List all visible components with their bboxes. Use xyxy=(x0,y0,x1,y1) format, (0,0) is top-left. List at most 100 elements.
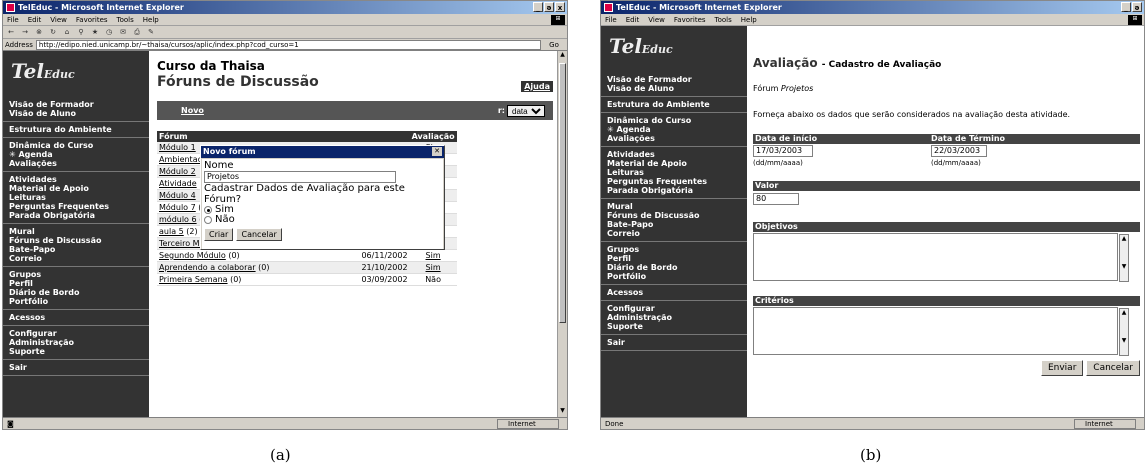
send-button[interactable]: Enviar xyxy=(1040,360,1084,376)
sidebar-item[interactable]: Estrutura do Ambiente xyxy=(9,125,143,134)
sidebar-item[interactable]: Grupos xyxy=(9,270,143,279)
forum-link[interactable]: Módulo 4 xyxy=(159,191,196,200)
sidebar-item[interactable]: Acessos xyxy=(9,313,143,322)
sidebar-item[interactable]: Mural xyxy=(9,227,143,236)
go-button[interactable]: Go xyxy=(541,41,567,49)
sidebar-item[interactable]: Suporte xyxy=(607,322,741,331)
sidebar-item[interactable]: Configurar xyxy=(607,304,741,313)
sidebar-item[interactable]: Visão de Aluno xyxy=(607,84,741,93)
new-forum-link[interactable]: Novo xyxy=(181,106,204,115)
menu-edit[interactable]: Edit xyxy=(28,16,42,24)
forum-name-input[interactable]: Projetos xyxy=(204,171,396,183)
restore-button[interactable]: ə xyxy=(1132,2,1142,12)
sidebar-item[interactable]: ✳ Agenda xyxy=(607,125,741,134)
menu-help[interactable]: Help xyxy=(143,16,159,24)
back-icon[interactable]: ← xyxy=(6,28,16,37)
evaluation-cell[interactable]: Sim xyxy=(409,249,457,262)
sidebar-item[interactable]: Diário de Bordo xyxy=(9,288,143,297)
sidebar-item[interactable]: Administração xyxy=(607,313,741,322)
sidebar-item[interactable]: Perfil xyxy=(607,254,741,263)
forum-link[interactable]: Módulo 2 xyxy=(159,167,196,176)
sidebar-item[interactable]: Perguntas Frequentes xyxy=(9,202,143,211)
sidebar-item[interactable]: Acessos xyxy=(607,288,741,297)
value-input[interactable]: 80 xyxy=(753,193,799,205)
sidebar-item[interactable]: Suporte xyxy=(9,347,143,356)
forum-link[interactable]: módulo 6 xyxy=(159,215,197,224)
sidebar-item[interactable]: Sair xyxy=(607,338,741,347)
sidebar-item[interactable]: Correio xyxy=(607,229,741,238)
forum-link[interactable]: Módulo 1 xyxy=(159,143,196,152)
sidebar-item[interactable]: Bate-Papo xyxy=(9,245,143,254)
menu-favorites[interactable]: Favorites xyxy=(674,16,706,24)
sidebar-item[interactable]: Visão de Aluno xyxy=(9,109,143,118)
forum-link[interactable]: Atividade xyxy=(159,179,197,188)
sidebar-item[interactable]: Visão de Formador xyxy=(607,75,741,84)
menu-help[interactable]: Help xyxy=(741,16,757,24)
forum-link[interactable]: Ambientac xyxy=(159,155,202,164)
menu-file[interactable]: File xyxy=(605,16,617,24)
sidebar-item[interactable]: Visão de Formador xyxy=(9,100,143,109)
sidebar-item[interactable]: Leituras xyxy=(607,168,741,177)
sidebar-item[interactable]: Atividades xyxy=(607,150,741,159)
close-button[interactable]: x xyxy=(555,2,565,12)
sidebar-item[interactable]: Configurar xyxy=(9,329,143,338)
scroll-thumb[interactable] xyxy=(559,63,566,323)
sidebar-item[interactable]: Diário de Bordo xyxy=(607,263,741,272)
sidebar-item[interactable]: Perfil xyxy=(9,279,143,288)
sidebar-item[interactable]: Mural xyxy=(607,202,741,211)
sidebar-item[interactable]: Parada Obrigatória xyxy=(9,211,143,220)
mail-icon[interactable]: ✉ xyxy=(118,28,128,37)
cancel-button[interactable]: Cancelar xyxy=(1086,360,1140,376)
textarea-scrollbar[interactable]: ▲ ▼ xyxy=(1119,234,1129,282)
sidebar-item[interactable]: Dinâmica do Curso xyxy=(607,116,741,125)
radio-yes[interactable]: Sim xyxy=(204,205,441,215)
minimize-button[interactable]: _ xyxy=(1121,2,1131,12)
create-button[interactable]: Criar xyxy=(204,228,234,241)
start-date-input[interactable]: 17/03/2003 xyxy=(753,145,813,157)
sidebar-item[interactable]: ✳ Agenda xyxy=(9,150,143,159)
objectives-textarea[interactable]: ▲ ▼ xyxy=(753,233,1129,282)
menu-edit[interactable]: Edit xyxy=(626,16,640,24)
forum-link[interactable]: Módulo 7 xyxy=(159,203,196,212)
cancel-button[interactable]: Cancelar xyxy=(236,228,282,241)
sidebar-item[interactable]: Leituras xyxy=(9,193,143,202)
forum-link[interactable]: Aprendendo a colaborar xyxy=(159,263,256,272)
sidebar-item[interactable]: Portfólio xyxy=(9,297,143,306)
textarea-scrollbar[interactable]: ▲ ▼ xyxy=(1119,308,1129,356)
sidebar-item[interactable]: Perguntas Frequentes xyxy=(607,177,741,186)
sidebar-item[interactable]: Sair xyxy=(9,363,143,372)
sidebar-item[interactable]: Fóruns de Discussão xyxy=(607,211,741,220)
scroll-up-icon[interactable]: ▲ xyxy=(558,51,567,61)
sidebar-item[interactable]: Correio xyxy=(9,254,143,263)
sidebar-item[interactable]: Material de Apoio xyxy=(9,184,143,193)
forum-link[interactable]: Segundo Módulo xyxy=(159,251,226,260)
favorites-icon[interactable]: ★ xyxy=(90,28,100,37)
forward-icon[interactable]: → xyxy=(20,28,30,37)
stop-icon[interactable]: ⊗ xyxy=(34,28,44,37)
sidebar-item[interactable]: Bate-Papo xyxy=(607,220,741,229)
evaluation-cell[interactable]: Sim xyxy=(409,261,457,274)
search-icon[interactable]: ⚲ xyxy=(76,28,86,37)
sidebar-item[interactable]: Grupos xyxy=(607,245,741,254)
history-icon[interactable]: ◷ xyxy=(104,28,114,37)
end-date-input[interactable]: 22/03/2003 xyxy=(931,145,987,157)
menu-tools[interactable]: Tools xyxy=(117,16,134,24)
sidebar-item[interactable]: Administração xyxy=(9,338,143,347)
sidebar-item[interactable]: Dinâmica do Curso xyxy=(9,141,143,150)
menu-view[interactable]: View xyxy=(648,16,665,24)
forum-link[interactable]: aula 5 xyxy=(159,227,184,236)
menu-file[interactable]: File xyxy=(7,16,19,24)
scroll-down-icon[interactable]: ▼ xyxy=(558,407,567,417)
close-icon[interactable]: ✕ xyxy=(432,147,442,156)
print-icon[interactable]: ⎙ xyxy=(132,28,142,37)
sidebar-item[interactable]: Estrutura do Ambiente xyxy=(607,100,741,109)
forum-link[interactable]: Primeira Semana xyxy=(159,275,228,284)
edit-icon[interactable]: ✎ xyxy=(146,28,156,37)
sort-select[interactable]: data xyxy=(507,104,545,117)
sidebar-item[interactable]: Material de Apoio xyxy=(607,159,741,168)
menu-tools[interactable]: Tools xyxy=(715,16,732,24)
minimize-button[interactable]: _ xyxy=(533,2,543,12)
menu-favorites[interactable]: Favorites xyxy=(76,16,108,24)
sidebar-item[interactable]: Parada Obrigatória xyxy=(607,186,741,195)
menu-view[interactable]: View xyxy=(50,16,67,24)
